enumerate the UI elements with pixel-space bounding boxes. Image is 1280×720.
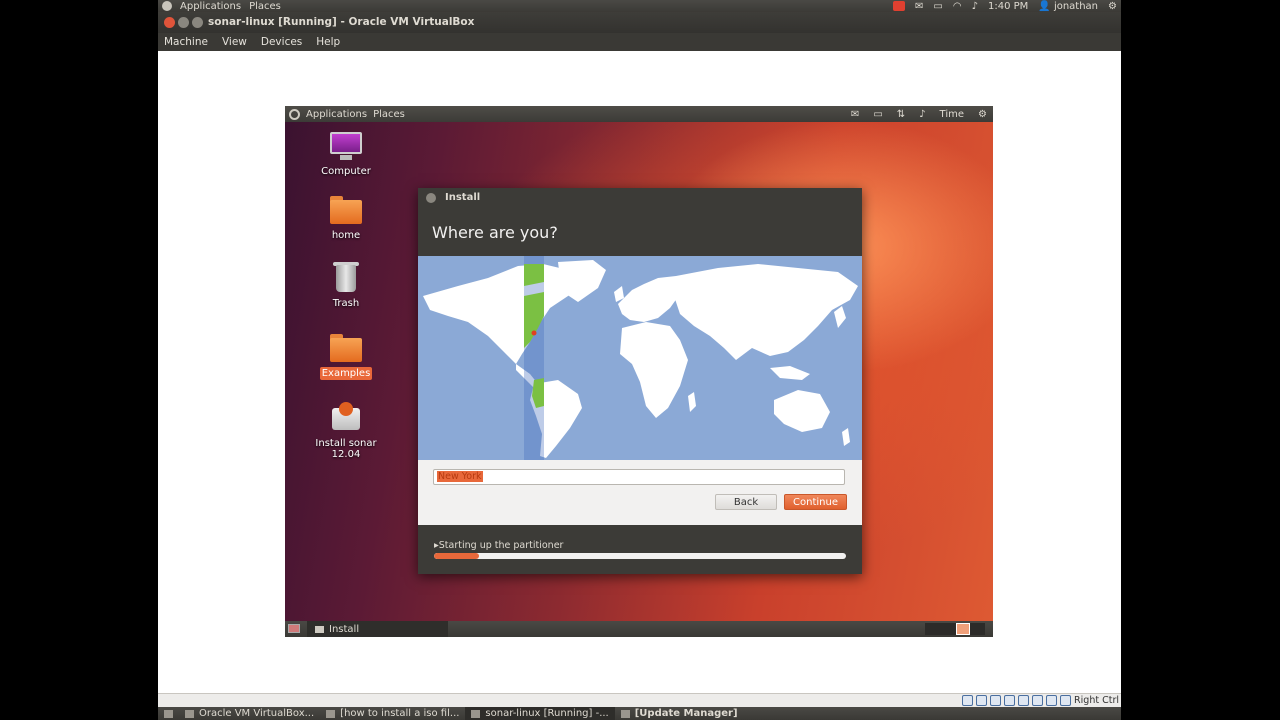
update-manager-icon	[620, 709, 630, 718]
gear-icon[interactable]: ⚙	[978, 109, 987, 120]
guest-clock[interactable]: Time	[940, 109, 964, 120]
page-title: Where are you?	[432, 223, 558, 242]
continue-button[interactable]: Continue	[784, 494, 847, 510]
current-workspace[interactable]	[956, 623, 970, 635]
desktop-icon-examples[interactable]: Examples	[301, 332, 391, 380]
desktop-icon-computer[interactable]: Computer	[301, 130, 391, 178]
progress-text[interactable]: ▸Starting up the partitioner	[434, 540, 563, 551]
world-map-icon	[423, 256, 858, 460]
optical-drive-icon[interactable]	[976, 695, 988, 706]
desktop-icon-label: home	[331, 230, 361, 241]
host-task-label: [Update Manager]	[634, 708, 738, 719]
vbox-titlebar: sonar-linux [Running] - Oracle VM Virtua…	[158, 12, 1121, 33]
menu-help[interactable]: Help	[316, 36, 340, 48]
user-name: jonathan	[1053, 0, 1099, 12]
keyboard-icon[interactable]	[1060, 695, 1072, 706]
trash-icon	[330, 262, 362, 294]
host-key-label: Right Ctrl	[1074, 695, 1119, 706]
show-desktop-button[interactable]	[158, 707, 179, 720]
back-button[interactable]: Back	[715, 494, 777, 510]
host-clock[interactable]: 1:40 PM	[988, 1, 1028, 12]
desktop-icon-home[interactable]: home	[301, 194, 391, 242]
window-icon	[185, 709, 194, 718]
folder-icon	[330, 194, 362, 226]
host-places-menu[interactable]: Places	[249, 1, 281, 12]
guest-applications-menu[interactable]: Applications	[306, 109, 367, 120]
workspace-switcher[interactable]	[925, 623, 985, 635]
progress-bar	[434, 553, 846, 559]
host-taskbar: Oracle VM VirtualBox... [how to install …	[158, 707, 1121, 720]
desktop-icon-label: Examples	[319, 367, 373, 380]
guest-places-menu[interactable]: Places	[373, 109, 405, 120]
virtualbox-icon	[471, 709, 481, 718]
menu-devices[interactable]: Devices	[261, 36, 302, 48]
guest-task-label: Install	[329, 623, 360, 635]
host-task-0[interactable]: Oracle VM VirtualBox...	[179, 707, 320, 720]
show-desktop-icon	[164, 709, 173, 718]
desktop-icon-label: Trash	[332, 298, 360, 309]
close-button[interactable]	[164, 17, 175, 28]
guest-top-panel: Applications Places ✉ ▭ ⇅ ♪ Time ⚙	[285, 106, 993, 122]
vbox-menubar: Machine View Devices Help	[158, 33, 1121, 51]
battery-icon[interactable]: ▭	[933, 1, 942, 12]
close-button[interactable]	[426, 193, 436, 203]
host-task-label: sonar-linux [Running] -...	[485, 708, 609, 719]
maximize-button[interactable]	[192, 17, 203, 28]
desktop-icon-trash[interactable]: Trash	[301, 262, 391, 310]
menu-view[interactable]: View	[222, 36, 247, 48]
capture-icon[interactable]	[1032, 695, 1044, 706]
user-menu[interactable]: 👤 jonathan	[1038, 1, 1098, 12]
install-header: Where are you?	[418, 208, 862, 256]
battery-icon[interactable]: ▭	[873, 109, 882, 120]
shared-folders-icon[interactable]	[1004, 695, 1016, 706]
install-titlebar: Install	[418, 188, 862, 208]
hdd-icon[interactable]	[962, 695, 974, 706]
volume-icon[interactable]: ♪	[919, 109, 925, 120]
location-input-value: New York	[437, 471, 483, 482]
volume-icon[interactable]: ♪	[972, 1, 978, 12]
desktop-icon-install[interactable]: Install sonar 12.04	[301, 402, 391, 461]
host-top-panel: Applications Places ✉ ▭ ◠ ♪ 1:40 PM 👤 jo…	[158, 0, 1121, 12]
network-icon[interactable]: ⇅	[897, 109, 905, 120]
host-task-3[interactable]: [Update Manager]	[615, 707, 744, 720]
usb-icon[interactable]	[990, 695, 1002, 706]
host-task-2[interactable]: sonar-linux [Running] -...	[465, 707, 615, 720]
menu-machine[interactable]: Machine	[164, 36, 208, 48]
ubuntu-logo-icon[interactable]	[162, 1, 172, 11]
show-desktop-icon[interactable]	[288, 624, 300, 633]
wifi-icon[interactable]: ◠	[953, 1, 962, 12]
notification-icon[interactable]	[893, 1, 906, 11]
guest-bottom-panel: Install	[285, 621, 993, 637]
browser-icon	[326, 709, 336, 718]
ubuntu-logo-icon[interactable]	[289, 108, 300, 120]
minimize-button[interactable]	[178, 17, 189, 28]
window-icon	[315, 625, 324, 633]
network-icon[interactable]	[1018, 695, 1030, 706]
install-footer: ▸Starting up the partitioner	[418, 525, 862, 574]
guest-task-install[interactable]: Install	[307, 621, 448, 637]
user-icon: 👤	[1038, 0, 1051, 12]
install-dialog: Install Where are you? New York Back Con…	[418, 188, 862, 574]
gear-icon[interactable]: ⚙	[1108, 1, 1117, 12]
computer-icon	[330, 130, 362, 162]
mail-icon[interactable]: ✉	[915, 1, 923, 12]
install-window-title: Install	[445, 192, 481, 203]
window-title: sonar-linux [Running] - Oracle VM Virtua…	[208, 16, 475, 28]
host-task-1[interactable]: [how to install a iso fil...	[320, 707, 465, 720]
host-task-label: Oracle VM VirtualBox...	[199, 708, 315, 719]
host-task-label: [how to install a iso fil...	[340, 708, 460, 719]
host-applications-menu[interactable]: Applications	[180, 1, 241, 12]
desktop-icon-label: Computer	[321, 166, 371, 177]
progress-fill	[434, 553, 480, 559]
mouse-integration-icon[interactable]	[1046, 695, 1058, 706]
guest-screen[interactable]: Applications Places ✉ ▭ ⇅ ♪ Time ⚙ Compu…	[285, 106, 993, 637]
mail-icon[interactable]: ✉	[851, 109, 859, 120]
progress-label: Starting up the partitioner	[438, 540, 564, 551]
timezone-map[interactable]	[418, 256, 862, 460]
location-input[interactable]: New York	[433, 469, 845, 485]
vbox-statusbar: Right Ctrl	[158, 693, 1121, 708]
folder-icon	[330, 332, 362, 364]
desktop-icon-label: Install sonar 12.04	[315, 438, 377, 460]
installer-icon	[330, 402, 362, 434]
